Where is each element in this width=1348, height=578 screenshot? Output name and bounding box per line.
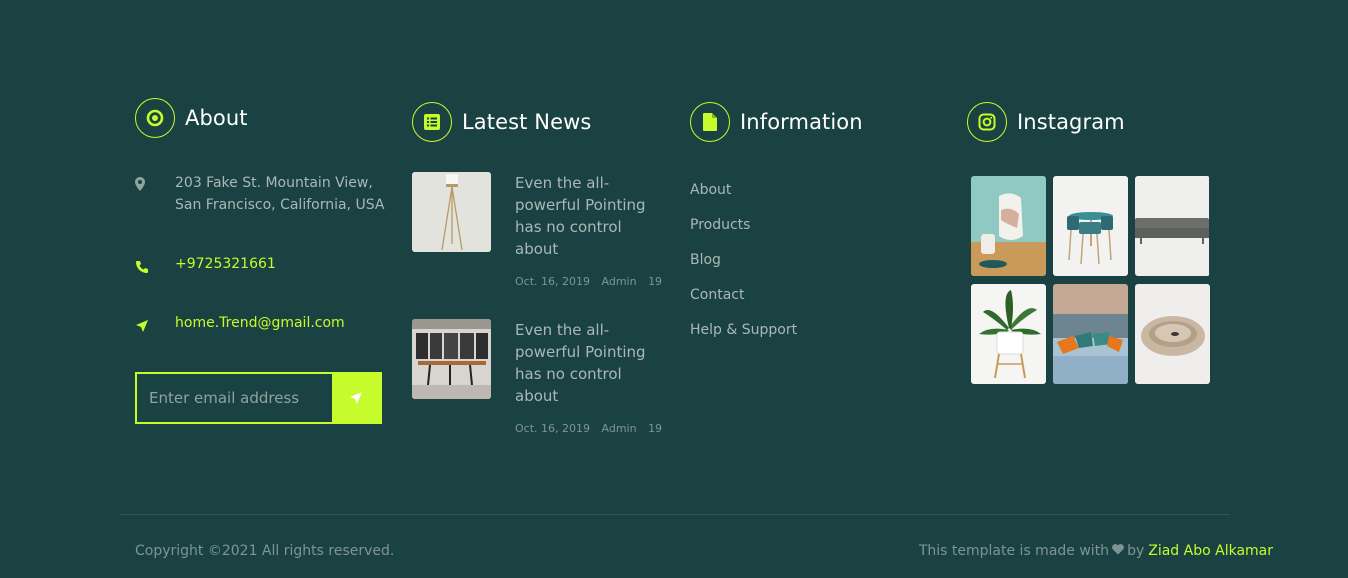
instagram-photo[interactable] (1053, 284, 1128, 384)
news-header: Latest News (412, 100, 672, 144)
information-title: Information (740, 110, 863, 134)
news-comments[interactable]: 19 (648, 422, 662, 435)
instagram-photo[interactable] (1135, 284, 1210, 384)
news-author[interactable]: Admin (602, 422, 637, 435)
news-meta: Oct. 16, 2019 Admin 19 (515, 422, 665, 435)
subscribe-button[interactable] (332, 374, 380, 422)
phone-icon (135, 253, 175, 278)
instagram-header: Instagram (967, 100, 1227, 144)
address-text: 203 Fake St. Mountain View, San Francisc… (175, 175, 385, 213)
news-item[interactable]: Even the all-powerful Pointing has no co… (412, 172, 672, 288)
subscribe-email-input[interactable] (137, 374, 332, 422)
footer-divider (120, 514, 1230, 515)
info-link-contact[interactable]: Contact (690, 285, 797, 320)
map-pin-icon (135, 172, 175, 216)
instagram-photo[interactable] (1053, 176, 1128, 276)
instagram-widget: Instagram (967, 100, 1227, 384)
instagram-photo[interactable] (971, 284, 1046, 384)
email-row[interactable]: home.Trend@gmail.com (135, 312, 345, 337)
about-title: About (185, 106, 248, 130)
target-icon (135, 98, 175, 138)
credit-prefix: This template is made with (918, 543, 1110, 559)
news-title: Latest News (462, 110, 592, 134)
info-link-products[interactable]: Products (690, 215, 797, 250)
heart-icon (1112, 543, 1124, 559)
instagram-icon (967, 102, 1007, 142)
list-icon (412, 102, 452, 142)
news-headline[interactable]: Even the all-powerful Pointing has no co… (515, 172, 665, 260)
information-header: Information (690, 100, 910, 144)
instagram-photo[interactable] (1135, 176, 1210, 276)
about-widget: About 203 Fake St. Mountain View, San Fr… (135, 98, 385, 424)
address-row: 203 Fake St. Mountain View, San Francisc… (135, 172, 385, 216)
instagram-photo[interactable] (971, 176, 1046, 276)
send-icon (350, 392, 362, 404)
email-link[interactable]: home.Trend@gmail.com (175, 312, 345, 337)
news-author[interactable]: Admin (602, 275, 637, 288)
send-icon (135, 312, 175, 337)
news-item[interactable]: Even the all-powerful Pointing has no co… (412, 319, 672, 435)
news-thumbnail[interactable] (412, 319, 491, 399)
information-links: About Products Blog Contact Help & Suppo… (690, 180, 797, 355)
instagram-gallery (971, 176, 1210, 384)
phone-link[interactable]: +9725321661 (175, 253, 276, 278)
info-link-about[interactable]: About (690, 180, 797, 215)
copyright-text: Copyright ©2021 All rights reserved. (135, 543, 395, 559)
information-widget: Information About Products Blog Contact … (690, 100, 910, 338)
info-link-help-support[interactable]: Help & Support (690, 320, 797, 355)
news-thumbnail[interactable] (412, 172, 491, 252)
author-link[interactable]: Ziad Abo Alkamar (1148, 543, 1273, 559)
about-header: About (135, 96, 385, 140)
credit-line: This template is made with by Ziad Abo A… (919, 543, 1273, 559)
news-meta: Oct. 16, 2019 Admin 19 (515, 275, 665, 288)
news-headline[interactable]: Even the all-powerful Pointing has no co… (515, 319, 665, 407)
news-date[interactable]: Oct. 16, 2019 (515, 422, 590, 435)
subscribe-form (135, 372, 382, 424)
news-comments[interactable]: 19 (648, 275, 662, 288)
instagram-title: Instagram (1017, 110, 1125, 134)
credit-by: by (1127, 543, 1145, 559)
info-link-blog[interactable]: Blog (690, 250, 797, 285)
phone-row[interactable]: +9725321661 (135, 253, 276, 278)
news-date[interactable]: Oct. 16, 2019 (515, 275, 590, 288)
document-icon (690, 102, 730, 142)
news-widget: Latest News Even the all-powerful Pointi… (412, 100, 672, 435)
